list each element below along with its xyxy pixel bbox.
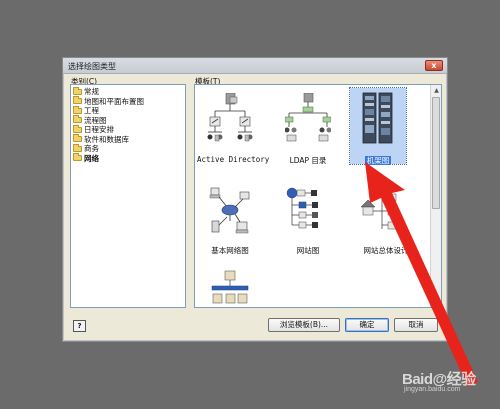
red-arrow-shape — [365, 162, 478, 387]
watermark-url: jingyan.baidu.com — [404, 386, 461, 393]
annotation-arrow — [365, 162, 478, 387]
watermark: Baid@经验 jingyan.baidu.com — [382, 366, 500, 396]
